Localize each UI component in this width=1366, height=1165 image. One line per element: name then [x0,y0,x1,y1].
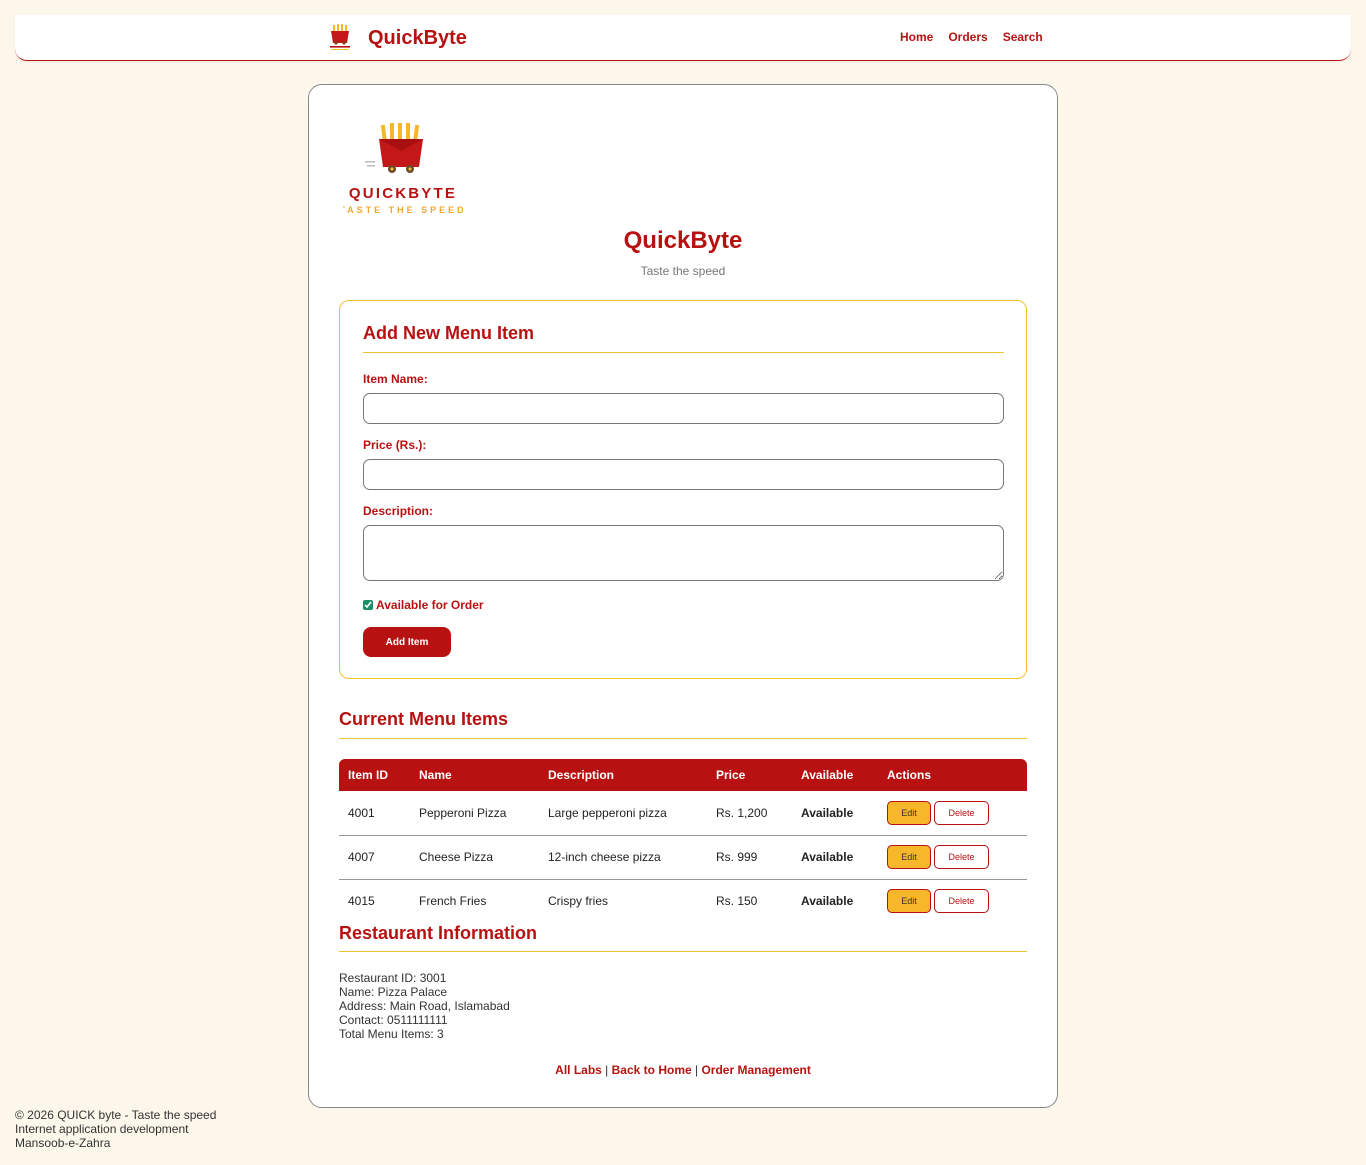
current-menu-title: Current Menu Items [339,709,509,729]
svg-text:TASTE THE SPEED: TASTE THE SPEED [343,205,463,215]
delete-button[interactable]: Delete [934,845,989,869]
available-checkbox-row[interactable]: Available for Order [363,598,484,612]
restaurant-name-line: Name: Pizza Palace [339,985,448,999]
item-name-input[interactable] [363,393,1004,424]
edit-button[interactable]: Edit [887,889,931,914]
cell-name: French Fries [419,894,487,909]
cell-available: Available [801,894,854,909]
header-available: Available [801,768,854,782]
svg-text:QUICKBYTE: QUICKBYTE [349,185,457,202]
back-to-home-link[interactable]: Back to Home [612,1063,692,1077]
fries-logo-icon [330,24,350,50]
cell-name: Pepperoni Pizza [419,805,507,820]
price-label: Price (Rs.): [363,438,427,452]
available-checkbox[interactable] [363,600,373,610]
cell-available: Available [801,805,854,820]
header-name: Name [419,768,452,782]
header-item-id: Item ID [348,768,389,782]
cell-description: Crispy fries [548,894,609,909]
restaurant-info-title: Restaurant Information [339,923,538,943]
cell-actions: Edit Delete [878,835,1027,879]
add-menu-item-form: Add New Menu Item Item Name: Price (Rs.)… [339,300,1027,679]
restaurant-total-items-line: Total Menu Items: 3 [339,1027,444,1041]
current-menu-divider [339,738,1027,739]
cell-name: Cheese Pizza [419,850,494,864]
copyright-line: © 2026 QUICK byte - Taste the speed [15,1108,217,1122]
item-name-label: Item Name: [363,372,428,386]
restaurant-id-line: Restaurant ID: 3001 [339,971,447,985]
page-tagline: Taste the speed [640,264,726,278]
main-card: QUICKBYTE TASTE THE SPEED QuickByte Tast… [308,84,1058,1108]
top-navbar: QuickByte Home Orders Search [15,15,1351,61]
header-actions: Actions [887,768,932,782]
cell-price: Rs. 150 [716,894,758,909]
table-header-row: Item ID Name Description Price Available… [339,759,1027,791]
cell-actions: Edit Delete [878,791,1027,835]
available-checkbox-label: Available for Order [376,598,484,612]
menu-table: Item ID Name Description Price Available… [339,759,1027,923]
cell-price: Rs. 999 [716,850,758,864]
link-separator: | [691,1063,702,1077]
link-separator: | [601,1063,612,1077]
nav-links: Home Orders Search [900,30,1043,44]
cell-description: 12-inch cheese pizza [548,850,661,864]
quickbyte-logo-icon: QUICKBYTE TASTE THE SPEED [343,123,463,215]
cell-available: Available [801,850,854,864]
add-item-button[interactable]: Add Item [363,627,451,657]
header-description: Description [548,768,615,782]
restaurant-contact-line: Contact: 0511111111 [339,1013,448,1027]
description-textarea[interactable] [363,525,1004,581]
order-management-link[interactable]: Order Management [701,1063,810,1077]
restaurant-address-line: Address: Main Road, Islamabad [339,999,510,1013]
nav-brand[interactable]: QuickByte [323,23,467,53]
header-price: Price [716,768,746,782]
table-row: 4007 Cheese Pizza 12-inch cheese pizza R… [339,835,1027,879]
nav-link-home[interactable]: Home [900,30,933,44]
delete-button[interactable]: Delete [934,889,989,914]
all-labs-link[interactable]: All Labs [555,1063,602,1077]
page-title: QuickByte [623,227,743,254]
form-divider [363,352,1004,353]
cell-description: Large pepperoni pizza [548,805,667,820]
description-label: Description: [363,504,434,518]
cell-item-id: 4001 [348,805,375,820]
cell-item-id: 4007 [348,850,375,864]
cell-price: Rs. 1,200 [716,805,768,820]
cell-item-id: 4015 [348,894,375,909]
nav-link-orders[interactable]: Orders [948,30,987,44]
delete-button[interactable]: Delete [934,800,989,825]
restaurant-info: Restaurant ID: 3001 Name: Pizza Palace A… [339,971,510,1041]
page-footer: © 2026 QUICK byte - Taste the speed Inte… [15,1108,216,1150]
edit-button[interactable]: Edit [887,800,931,825]
restaurant-info-divider [339,951,1027,952]
edit-button[interactable]: Edit [887,845,931,869]
author-line: Mansoob-e-Zahra [15,1136,111,1150]
course-line: Internet application development [15,1122,189,1136]
table-row: 4001 Pepperoni Pizza Large pepperoni piz… [339,791,1027,835]
card-footer-links: All Labs | Back to Home | Order Manageme… [309,1063,1057,1077]
table-row: 4015 French Fries Crispy fries Rs. 150 A… [339,879,1027,923]
form-title: Add New Menu Item [363,323,535,343]
nav-brand-title: QuickByte [368,26,467,49]
price-input[interactable] [363,459,1004,490]
cell-actions: Edit Delete [878,879,1027,923]
nav-link-search[interactable]: Search [1003,30,1043,44]
